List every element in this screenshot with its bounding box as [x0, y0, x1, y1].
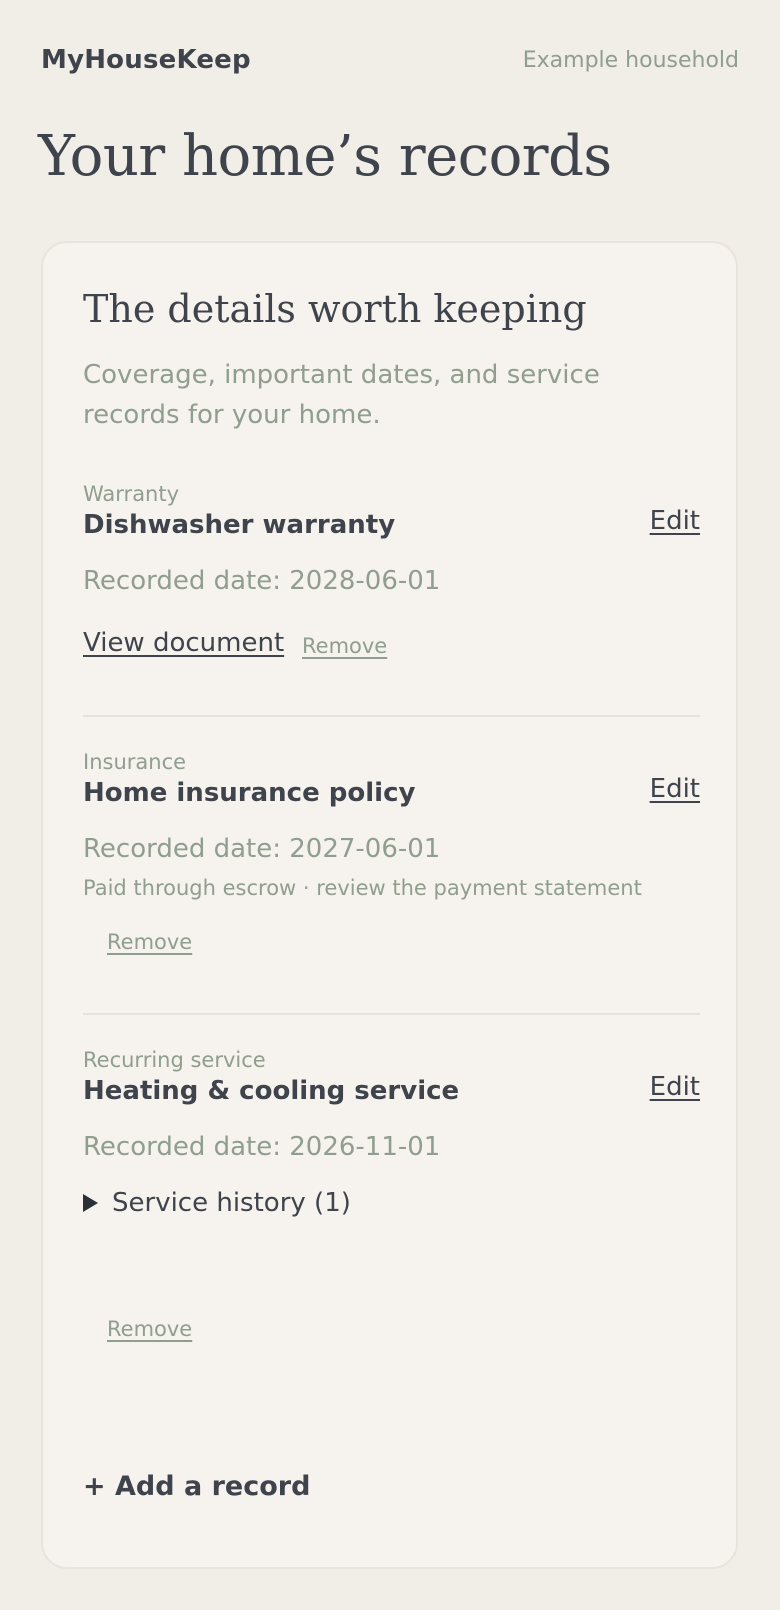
edit-button[interactable]: Edit	[650, 1072, 700, 1102]
record-title: Home insurance policy	[83, 778, 416, 808]
page-title: Your home’s records	[38, 124, 612, 189]
record-date: Recorded date: 2028-06-01	[83, 566, 441, 596]
records-card: The details worth keeping Coverage, impo…	[41, 241, 738, 1569]
remove-button[interactable]: Remove	[302, 634, 387, 658]
edit-button[interactable]: Edit	[650, 774, 700, 804]
disclosure-triangle-icon	[83, 1194, 98, 1212]
record-category: Recurring service	[83, 1048, 266, 1072]
record-title: Heating & cooling service	[83, 1076, 460, 1106]
card-title: The details worth keeping	[83, 287, 587, 331]
remove-button[interactable]: Remove	[107, 930, 192, 954]
record-date: Recorded date: 2027-06-01	[83, 834, 441, 864]
brand-logo[interactable]: MyHouseKeep	[41, 45, 251, 75]
service-history-label: Service history (1)	[112, 1188, 351, 1218]
record-note: Paid through escrow · review the payment…	[83, 876, 642, 900]
record-item-warranty: Warranty Dishwasher warranty Edit Record…	[83, 482, 700, 672]
edit-button[interactable]: Edit	[650, 506, 700, 536]
record-category: Warranty	[83, 482, 180, 506]
remove-button[interactable]: Remove	[107, 1317, 192, 1341]
card-subtitle: Coverage, important dates, and service r…	[83, 360, 600, 430]
view-document-link[interactable]: View document	[83, 628, 284, 658]
service-history-toggle[interactable]: Service history (1)	[83, 1188, 351, 1218]
record-date: Recorded date: 2026-11-01	[83, 1132, 441, 1162]
divider	[83, 1013, 700, 1015]
record-title: Dishwasher warranty	[83, 510, 396, 540]
record-item-recurring-service: Recurring service Heating & cooling serv…	[83, 1048, 700, 1358]
top-bar: MyHouseKeep Example household	[41, 42, 739, 78]
record-item-insurance: Insurance Home insurance policy Edit Rec…	[83, 750, 700, 970]
record-category: Insurance	[83, 750, 187, 774]
household-name[interactable]: Example household	[523, 48, 739, 73]
divider	[83, 715, 700, 717]
add-record-button[interactable]: + Add a record	[83, 1471, 310, 1502]
